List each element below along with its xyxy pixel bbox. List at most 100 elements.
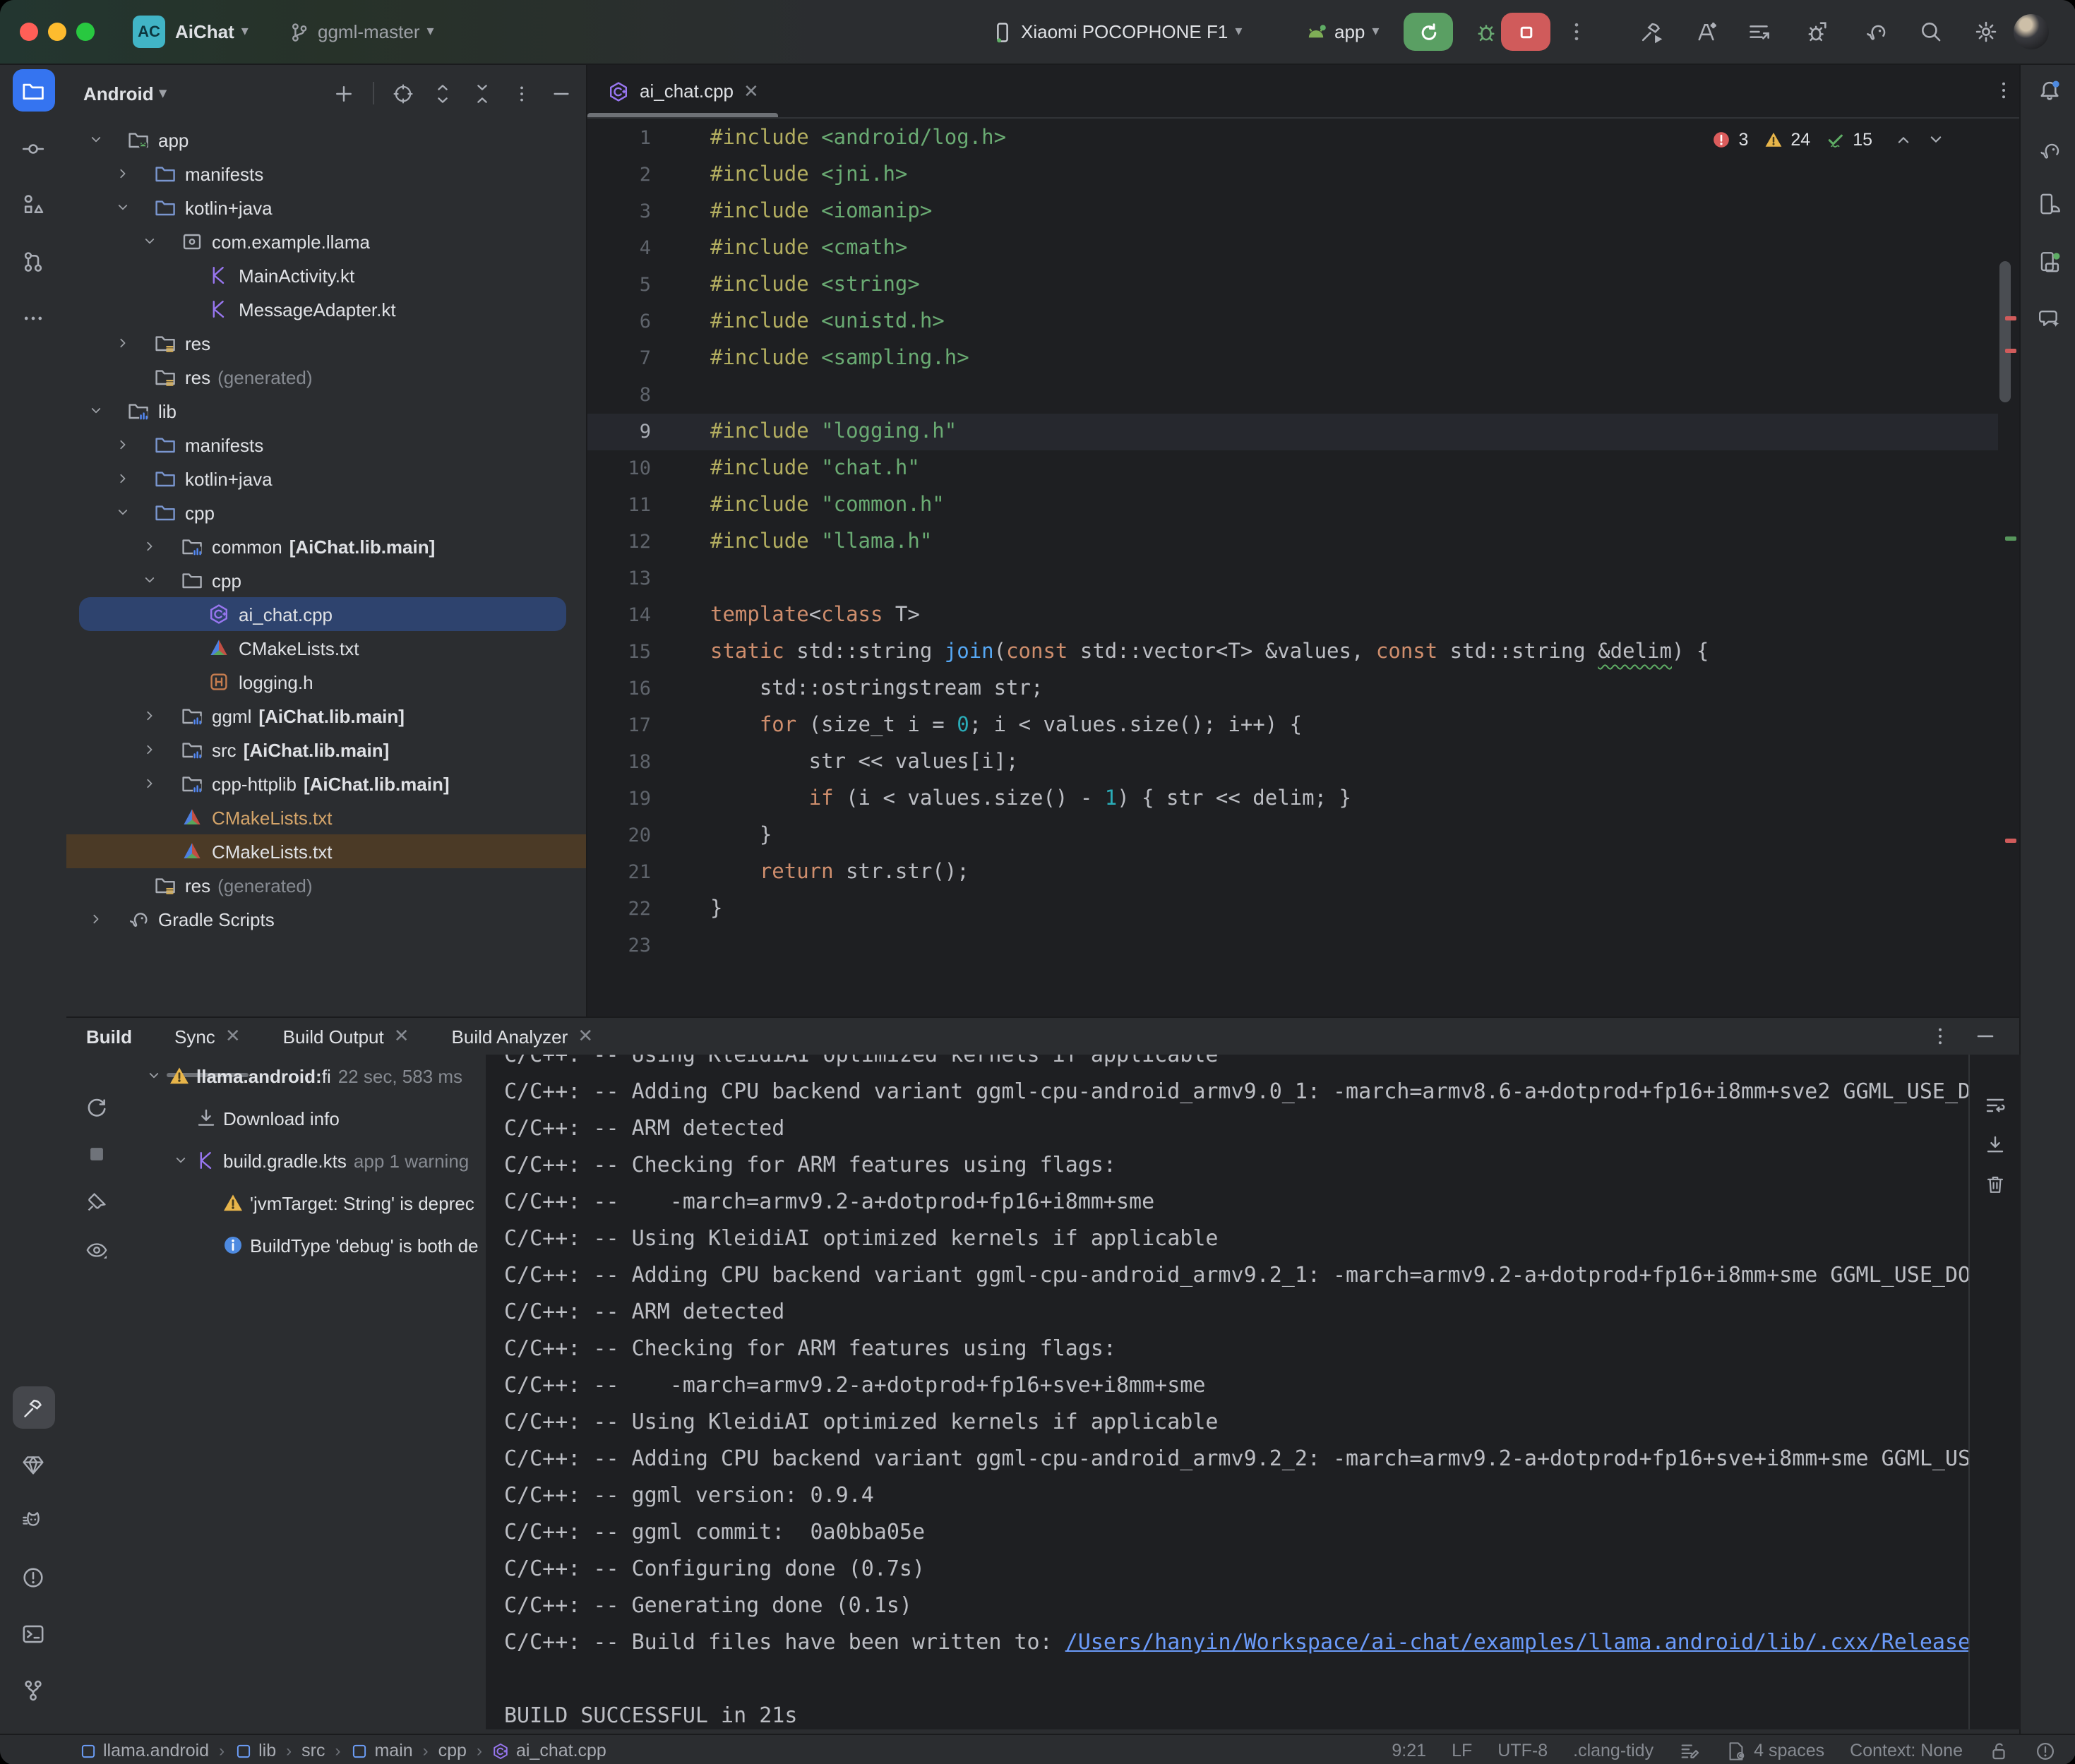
code-line-22[interactable]: 22} bbox=[587, 891, 1998, 928]
code-line-3[interactable]: 3#include <iomanip> bbox=[587, 193, 1998, 230]
build-tree-item-build-gradle-kts[interactable]: build.gradle.ktsapp 1 warning bbox=[127, 1139, 486, 1182]
logcat-tool-button[interactable] bbox=[12, 1499, 54, 1542]
rerun-button[interactable] bbox=[1404, 13, 1453, 51]
close-tab-icon[interactable]: ✕ bbox=[225, 1025, 241, 1048]
build-console[interactable]: C/C++: -- Using KleidiAI optimized kerne… bbox=[486, 1055, 1968, 1729]
inspections-widget[interactable]: 3 24 15 bbox=[1711, 130, 1946, 150]
hide-panel-icon[interactable] bbox=[551, 83, 572, 104]
code-line-13[interactable]: 13 bbox=[587, 560, 1998, 597]
tree-item-cmakelists-txt[interactable]: CMakeLists.txt bbox=[66, 834, 586, 868]
code-line-20[interactable]: 20 } bbox=[587, 817, 1998, 854]
chevron-right-icon[interactable] bbox=[88, 908, 104, 930]
indent-setting[interactable]: 4 spaces bbox=[1726, 1740, 1824, 1761]
tree-item-com-example-llama[interactable]: com.example.llama bbox=[66, 224, 586, 258]
chevron-down-icon[interactable] bbox=[172, 1152, 189, 1169]
stop-button[interactable] bbox=[1501, 13, 1550, 51]
project-widget[interactable]: AiChat ▾ bbox=[175, 0, 249, 64]
close-window-button[interactable] bbox=[20, 23, 38, 41]
add-icon[interactable] bbox=[333, 83, 354, 104]
show-details-eye-icon[interactable] bbox=[85, 1238, 109, 1262]
chevron-down-icon[interactable] bbox=[88, 128, 104, 151]
version-control-tool-button[interactable] bbox=[12, 1669, 54, 1711]
scroll-to-end-icon[interactable] bbox=[1984, 1134, 2007, 1156]
ai-actions-icon[interactable] bbox=[1694, 20, 1718, 44]
error-stripe-mark[interactable] bbox=[2005, 839, 2016, 843]
build-tool-button[interactable] bbox=[12, 1386, 54, 1429]
project-tool-button[interactable] bbox=[12, 69, 54, 112]
next-problem-icon[interactable] bbox=[1926, 130, 1946, 150]
chevron-down-icon[interactable] bbox=[114, 196, 131, 219]
code-line-15[interactable]: 15static std::string join(const std::vec… bbox=[587, 634, 1998, 671]
code-line-18[interactable]: 18 str << values[i]; bbox=[587, 744, 1998, 781]
file-encoding[interactable]: UTF-8 bbox=[1497, 1741, 1548, 1760]
tree-item-src[interactable]: src[AiChat.lib.main] bbox=[66, 733, 586, 767]
user-avatar[interactable] bbox=[2014, 14, 2049, 49]
stop-sync-icon[interactable] bbox=[85, 1142, 109, 1166]
code-line-16[interactable]: 16 std::ostringstream str; bbox=[587, 671, 1998, 707]
error-stripe-mark[interactable] bbox=[2005, 349, 2016, 353]
run-configuration-selector[interactable]: app ▾ bbox=[1305, 0, 1379, 64]
chevron-down-icon[interactable] bbox=[145, 1067, 162, 1084]
chevron-right-icon[interactable] bbox=[114, 467, 131, 490]
code-line-6[interactable]: 6#include <unistd.h> bbox=[587, 304, 1998, 340]
notifications-bell-button[interactable] bbox=[2028, 69, 2070, 112]
tree-item-cpp-httplib[interactable]: cpp-httplib[AiChat.lib.main] bbox=[66, 767, 586, 800]
tree-item-mainactivity-kt[interactable]: MainActivity.kt bbox=[66, 258, 586, 292]
more-run-options-button[interactable] bbox=[1565, 20, 1589, 44]
code-line-23[interactable]: 23 bbox=[587, 928, 1998, 964]
chevron-right-icon[interactable] bbox=[114, 332, 131, 354]
chevron-down-icon[interactable] bbox=[141, 230, 158, 253]
tab-sync[interactable]: Sync✕ bbox=[174, 1018, 241, 1055]
editor-tab-ai-chat-cpp[interactable]: ai_chat.cpp ✕ bbox=[587, 65, 779, 117]
expand-all-icon[interactable] bbox=[432, 83, 453, 104]
tab-build-analyzer[interactable]: Build Analyzer✕ bbox=[452, 1018, 594, 1055]
chevron-right-icon[interactable] bbox=[141, 772, 158, 795]
code-line-10[interactable]: 10#include "chat.h" bbox=[587, 450, 1998, 487]
gemini-ai-tool-button[interactable] bbox=[2028, 296, 2070, 339]
pin-icon[interactable] bbox=[85, 1190, 109, 1214]
code-line-17[interactable]: 17 for (size_t i = 0; i < values.size();… bbox=[587, 707, 1998, 744]
terminal-tool-button[interactable] bbox=[12, 1612, 54, 1655]
code-style-config[interactable]: .clang-tidy bbox=[1573, 1741, 1654, 1760]
code-line-5[interactable]: 5#include <string> bbox=[587, 267, 1998, 304]
chevron-right-icon[interactable] bbox=[141, 704, 158, 727]
code-line-2[interactable]: 2#include <jni.h> bbox=[587, 157, 1998, 193]
editor-scrollbar[interactable] bbox=[1999, 261, 2011, 402]
device-selector[interactable]: Xiaomi POCOPHONE F1 ▾ bbox=[991, 0, 1242, 64]
code-line-14[interactable]: 14template<class T> bbox=[587, 597, 1998, 634]
close-tab-icon[interactable]: ✕ bbox=[578, 1025, 593, 1048]
vcs-branch-widget[interactable]: ggml-master ▾ bbox=[288, 0, 434, 64]
ai-context[interactable]: Context: None bbox=[1850, 1741, 1963, 1760]
tree-item-cpp[interactable]: cpp bbox=[66, 496, 586, 529]
chevron-down-icon[interactable] bbox=[141, 569, 158, 592]
tree-item-kotlin-java[interactable]: kotlin+java bbox=[66, 462, 586, 496]
build-tree-item-download-info[interactable]: Download info bbox=[127, 1097, 486, 1139]
build-tree-item-jvmtarget-string-is-deprec[interactable]: 'jvmTarget: String' is deprec bbox=[127, 1182, 486, 1224]
breadcrumb-item-main[interactable]: main bbox=[350, 1741, 412, 1760]
tree-item-logging-h[interactable]: logging.h bbox=[66, 665, 586, 699]
tree-item-manifests[interactable]: manifests bbox=[66, 428, 586, 462]
build-options-icon[interactable] bbox=[1929, 1025, 1951, 1048]
app-quality-insights-tool-button[interactable] bbox=[12, 1443, 54, 1485]
code-line-9[interactable]: 9#include "logging.h" bbox=[587, 414, 1998, 450]
tab-build-output[interactable]: Build Output✕ bbox=[283, 1018, 409, 1055]
tree-item-ai-chat-cpp[interactable]: ai_chat.cpp bbox=[79, 597, 566, 631]
search-icon[interactable] bbox=[1919, 20, 1943, 44]
locate-file-icon[interactable] bbox=[393, 83, 414, 104]
code-line-12[interactable]: 12#include "llama.h" bbox=[587, 524, 1998, 560]
chevron-right-icon[interactable] bbox=[114, 433, 131, 456]
code-editor[interactable]: 1#include <android/log.h>2#include <jni.… bbox=[587, 120, 1998, 964]
breadcrumb-item-ai-chat-cpp[interactable]: ai_chat.cpp bbox=[492, 1741, 606, 1760]
minimize-window-button[interactable] bbox=[48, 23, 66, 41]
tree-item-manifests[interactable]: manifests bbox=[66, 157, 586, 191]
breadcrumb-item-cpp[interactable]: cpp bbox=[438, 1741, 467, 1760]
prev-problem-icon[interactable] bbox=[1894, 130, 1913, 150]
project-icon[interactable]: AC bbox=[133, 16, 165, 48]
tree-item-res[interactable]: res bbox=[66, 326, 586, 360]
formatter-icon[interactable] bbox=[1679, 1740, 1700, 1761]
breadcrumb-item-src[interactable]: src bbox=[301, 1741, 325, 1760]
structure-tool-button[interactable] bbox=[12, 182, 54, 224]
gradle-tool-button[interactable] bbox=[2028, 128, 2070, 171]
build-tree-item-buildtype-debug-is-both-de[interactable]: BuildType 'debug' is both de bbox=[127, 1224, 486, 1266]
stripe-mark-green[interactable] bbox=[2005, 536, 2016, 541]
